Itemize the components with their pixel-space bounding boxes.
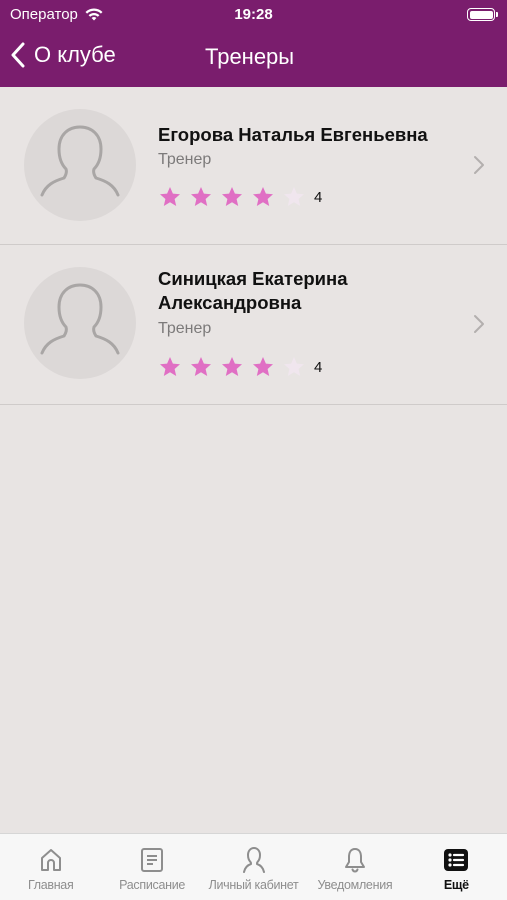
tab-more[interactable]: Ещё [406,834,507,900]
tab-label: Уведомления [317,878,393,892]
battery-icon [467,8,498,21]
more-list-icon [444,849,469,871]
chevron-right-icon [474,315,484,333]
tab-notifications[interactable]: Уведомления [304,834,405,900]
navigation-bar: О клубе Тренеры [0,30,507,87]
tab-label: Главная [27,878,74,892]
star-empty-icon [284,357,304,376]
bell-icon [344,848,365,873]
trainer-name: Егорова Наталья Евгеньевна [158,124,428,145]
status-time: 19:28 [234,6,273,23]
star-filled-icon [160,187,180,206]
star-filled-icon [160,357,180,376]
back-button[interactable]: О клубе [10,42,116,68]
tab-label: Личный кабинет [208,878,299,892]
star-empty-icon [284,187,304,206]
avatar-placeholder-icon [24,267,136,379]
star-filled-icon [191,357,211,376]
trainer-row[interactable]: Егорова Наталья Евгеньевна Тренер 4 [0,87,507,245]
star-filled-icon [222,187,242,206]
rating-value: 4 [314,358,323,376]
trainer-name: Синицкая Екатерина Александровна [158,268,348,313]
trainer-list: Егорова Наталья Евгеньевна Тренер 4 Сини… [0,87,507,405]
page-title: Тренеры [205,44,295,69]
trainer-role: Тренер [158,151,212,168]
star-filled-icon [253,187,273,206]
tab-profile[interactable]: Личный кабинет [203,834,304,900]
home-icon [40,849,61,871]
star-filled-icon [253,357,273,376]
rating: 4 [158,355,322,379]
rating-value: 4 [314,188,323,206]
tab-schedule[interactable]: Расписание [101,834,202,900]
avatar-placeholder-icon [24,109,136,221]
status-bar: Оператор 19:28 [0,0,507,30]
star-filled-icon [191,187,211,206]
tab-label: Ещё [443,878,469,892]
chevron-left-icon [11,42,25,68]
tab-home[interactable]: Главная [0,834,101,900]
star-filled-icon [222,357,242,376]
schedule-icon [141,848,164,872]
trainer-role: Тренер [158,320,212,337]
rating: 4 [158,185,322,209]
back-label: О клубе [34,42,116,67]
tab-label: Расписание [119,878,186,892]
chevron-right-icon [474,156,484,174]
trainer-row[interactable]: Синицкая Екатерина Александровна Тренер … [0,245,507,405]
profile-icon [242,847,265,873]
tab-bar: Главная Расписание Личный кабинет Уведом… [0,833,507,900]
